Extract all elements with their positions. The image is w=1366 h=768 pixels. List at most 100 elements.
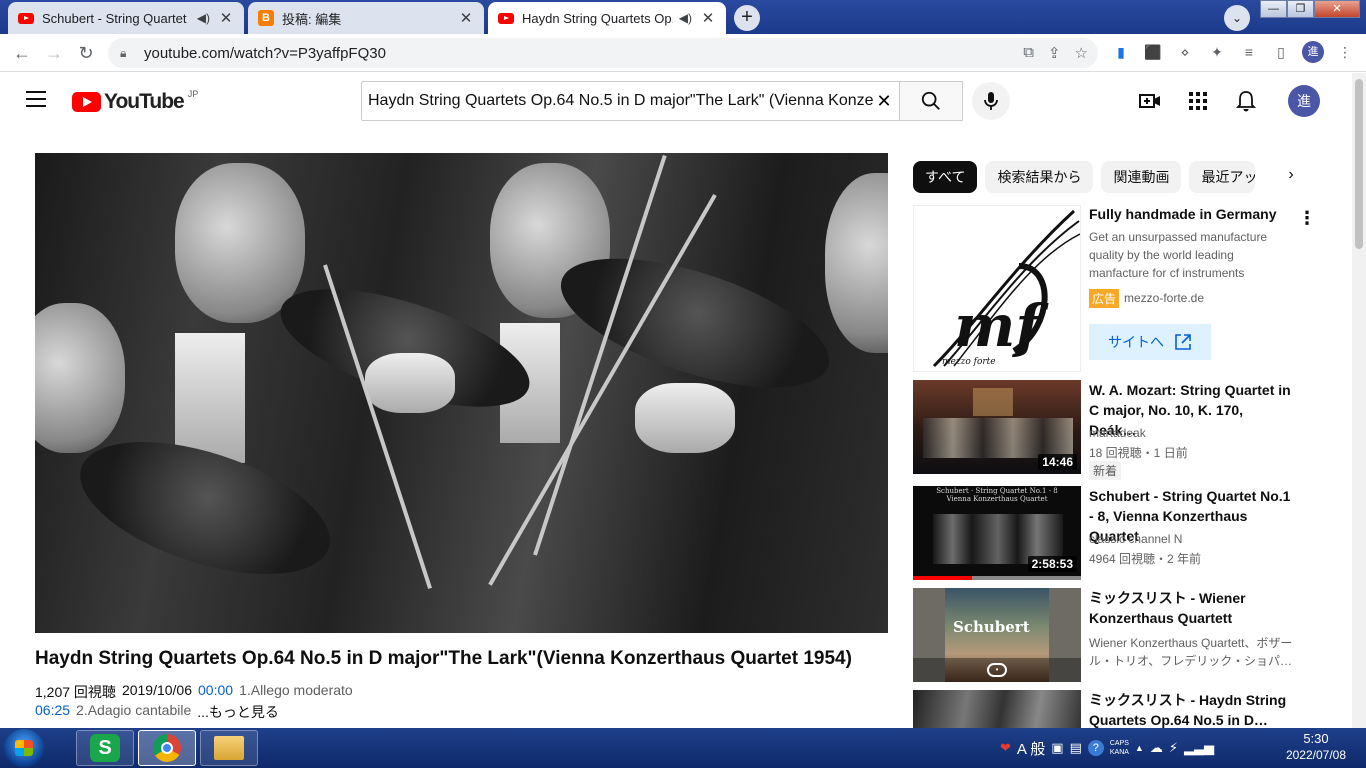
show-more-link[interactable]: ...もっと見る	[197, 702, 279, 722]
video-title[interactable]: ミックスリスト - Wiener Konzerthaus Quartett	[1089, 588, 1294, 628]
clear-icon[interactable]: ✕	[874, 91, 894, 112]
scrollbar-thumb[interactable]	[1355, 79, 1363, 249]
video-duration: 2:58:53	[1027, 556, 1077, 572]
lock-icon: 🔒︎	[120, 46, 127, 60]
chip-related[interactable]: 関連動画	[1101, 161, 1182, 193]
close-icon[interactable]: ✕	[458, 9, 474, 27]
show-hidden-icons[interactable]: ▲	[1135, 743, 1144, 753]
region-code: JP	[187, 89, 199, 99]
chip-all[interactable]: すべて	[913, 161, 978, 193]
notifications-bell-icon[interactable]	[1234, 89, 1258, 113]
url-text: youtube.com/watch?v=P3yaffpFQ30	[144, 44, 386, 62]
account-avatar[interactable]: 進	[1288, 85, 1320, 117]
tab-search-button[interactable]: ⌄	[1224, 5, 1250, 31]
extensions-area: ▮ ⬛ ⋄ ✦ ≡ ▯ 進 ⋮	[1110, 41, 1356, 63]
tab-title: 投稿: 編集	[282, 11, 342, 27]
share-icon[interactable]: ⇪	[1048, 44, 1061, 62]
page-scrollbar[interactable]	[1352, 73, 1366, 728]
reload-icon[interactable]: ↻	[74, 41, 98, 65]
chevron-right-icon[interactable]: ›	[1280, 166, 1302, 188]
video-player[interactable]	[35, 153, 888, 633]
watch-progress-bar	[913, 576, 972, 580]
apps-grid-icon[interactable]	[1186, 89, 1210, 113]
new-badge: 新着	[1089, 461, 1122, 480]
chip-recent[interactable]: 最近アッ	[1189, 161, 1256, 193]
recommendation-item[interactable]: Schubert • ミックスリスト - Wiener Konzerthaus …	[913, 588, 1313, 682]
browser-tab-blogger[interactable]: B 投稿: 編集 ✕	[248, 2, 484, 34]
notification-heart-icon[interactable]: ❤	[1000, 740, 1011, 756]
search-input[interactable]: Haydn String Quartets Op.64 No.5 in D ma…	[361, 81, 900, 121]
video-thumbnail[interactable]: Schubert · String Quartet No.1 - 8 Vienn…	[913, 486, 1081, 580]
ad-badge: 広告	[1089, 289, 1120, 308]
youtube-icon	[18, 10, 34, 26]
new-tab-button[interactable]: +	[734, 5, 760, 31]
menu-kebab-icon[interactable]: ⋮	[1334, 41, 1356, 63]
mix-thumbnail[interactable]: Schubert •	[913, 588, 1081, 682]
upload-date: 2019/10/06	[121, 682, 193, 698]
ime-dictionary-icon[interactable]: ▤	[1070, 740, 1082, 756]
channel-name[interactable]: classic channel N	[1089, 532, 1182, 546]
microphone-icon	[984, 92, 998, 110]
close-icon[interactable]: ✕	[218, 9, 234, 27]
folder-icon	[214, 736, 244, 760]
youtube-play-icon	[72, 92, 101, 112]
dropbox-extension-icon[interactable]: ⋄	[1174, 41, 1196, 63]
channel-name[interactable]: martadeak	[1089, 426, 1146, 440]
bookmark-star-icon[interactable]: ☆	[1075, 44, 1088, 62]
ime-indicator[interactable]: A 般	[1017, 738, 1045, 759]
puzzle-icon[interactable]: ✦	[1206, 41, 1228, 63]
browser-tab-haydn[interactable]: Haydn String Quartets Op.64 N ◀) ✕	[488, 2, 726, 34]
mix-thumbnail[interactable]	[913, 690, 1081, 728]
maximize-button[interactable]: ❐	[1287, 0, 1314, 18]
help-icon[interactable]: ?	[1087, 740, 1104, 756]
recommendation-item[interactable]: ミックスリスト - Haydn String Quartets Op.64 No…	[913, 690, 1313, 728]
back-icon[interactable]: ←	[10, 41, 34, 65]
recommendation-item[interactable]: Schubert · String Quartet No.1 - 8 Vienn…	[913, 486, 1313, 580]
speaker-icon[interactable]: ◀)	[679, 11, 692, 25]
visit-site-button[interactable]: サイトへ	[1089, 324, 1211, 360]
voice-search-button[interactable]	[972, 82, 1010, 120]
taskbar-app-s[interactable]: S	[76, 730, 134, 766]
more-actions-icon[interactable]: ⋮	[1298, 208, 1316, 229]
ad-title[interactable]: Fully handmade in Germany	[1089, 206, 1277, 222]
system-clock[interactable]: 5:30 2022/07/08	[1286, 731, 1346, 763]
s-app-icon: S	[90, 734, 120, 762]
browser-tab-schubert[interactable]: Schubert - String Quartet ◀) ✕	[8, 2, 244, 34]
pdf-extension-icon[interactable]: ⬛	[1142, 41, 1164, 63]
chapter-timestamp[interactable]: 06:25	[35, 702, 70, 722]
search-button[interactable]	[899, 81, 963, 121]
network-signal-icon[interactable]: ▂▃▅	[1184, 740, 1214, 756]
media-queue-icon[interactable]: ≡	[1238, 41, 1260, 63]
taskbar-app-explorer[interactable]	[200, 730, 258, 766]
menu-icon[interactable]	[26, 91, 46, 107]
create-video-icon[interactable]	[1138, 89, 1162, 113]
recommendation-item[interactable]: 14:46 W. A. Mozart: String Quartet in C …	[913, 380, 1313, 480]
power-icon[interactable]: ⚡	[1169, 740, 1178, 756]
channel-name: Wiener Konzerthaus Quartett、ボザール・トリオ、フレデ…	[1089, 636, 1293, 668]
ad-thumbnail[interactable]: mf mezzo forte	[913, 205, 1081, 372]
ime-tool-icon[interactable]: ▣	[1051, 740, 1063, 756]
chapter-timestamp[interactable]: 00:00	[198, 682, 233, 702]
speaker-icon[interactable]: ◀)	[197, 11, 210, 25]
open-in-app-icon[interactable]: ⧉	[1023, 44, 1034, 62]
minimize-button[interactable]: —	[1260, 0, 1287, 18]
onedrive-cloud-icon[interactable]: ☁	[1150, 740, 1163, 756]
start-button[interactable]	[4, 729, 44, 767]
side-panel-icon[interactable]: ▯	[1270, 41, 1292, 63]
chip-from-search[interactable]: 検索結果から	[985, 161, 1094, 193]
forward-icon[interactable]: →	[42, 41, 66, 65]
close-window-button[interactable]: ✕	[1314, 0, 1360, 18]
blogger-icon: B	[258, 10, 274, 26]
system-tray: ❤ A 般 ▣ ▤ ? CAPS KANA ▲ ☁ ⚡ ▂▃▅	[1000, 728, 1214, 768]
taskbar-app-chrome[interactable]	[138, 730, 196, 766]
close-icon[interactable]: ✕	[700, 9, 716, 27]
profile-avatar[interactable]: 進	[1302, 41, 1324, 63]
browser-toolbar: ← → ↻ 🔒︎ youtube.com/watch?v=P3yaffpFQ30…	[0, 34, 1366, 72]
youtube-logo[interactable]: YouTube JP	[72, 89, 199, 114]
address-bar[interactable]: 🔒︎ youtube.com/watch?v=P3yaffpFQ30 ⧉ ⇪ ☆	[108, 38, 1098, 68]
sponsored-ad[interactable]: mf mezzo forte Fully handmade in Germany…	[913, 205, 1316, 372]
video-thumbnail[interactable]: 14:46	[913, 380, 1081, 474]
reader-extension-icon[interactable]: ▮	[1110, 41, 1132, 63]
video-title[interactable]: ミックスリスト - Haydn String Quartets Op.64 No…	[1089, 690, 1294, 728]
clock-date: 2022/07/08	[1285, 748, 1346, 762]
